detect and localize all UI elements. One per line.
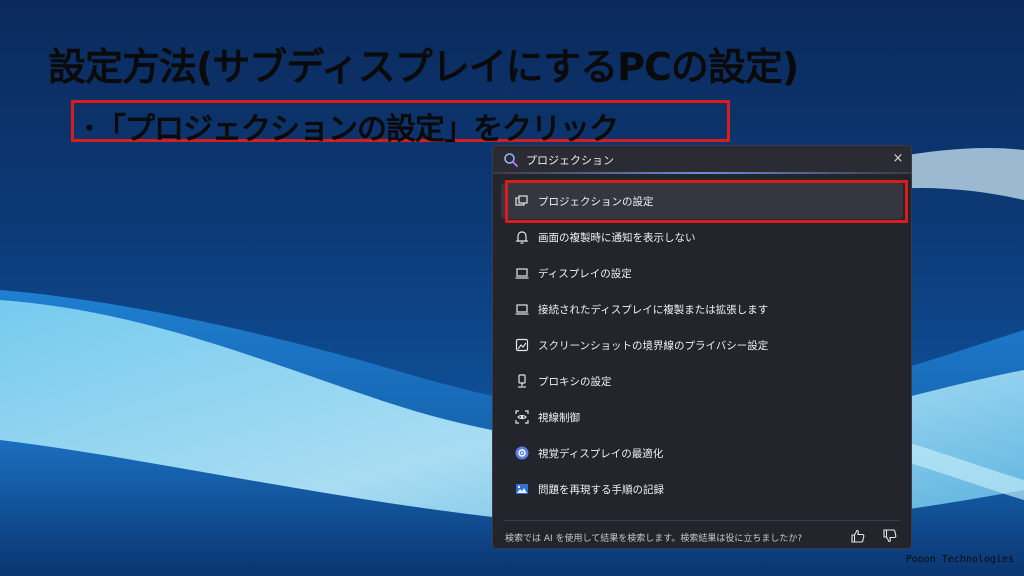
result-label: 視線制御	[538, 412, 580, 424]
result-steps-recorder[interactable]: 問題を再現する手順の記録	[501, 471, 903, 507]
result-display-settings[interactable]: ディスプレイの設定	[501, 255, 903, 291]
thumbs-up-icon[interactable]	[850, 528, 866, 544]
search-input[interactable]: プロジェクション	[526, 152, 614, 168]
result-label: スクリーンショットの境界線のプライバシー設定	[538, 340, 769, 352]
result-proxy-settings[interactable]: プロキシの設定	[501, 363, 903, 399]
feedback-text: 検索では AI を使用して結果を検索します。検索結果は役に立ちましたか?	[505, 534, 803, 544]
screenshot-icon	[515, 338, 529, 352]
slide-title: 設定方法(サブディスプレイにするPCの設定)	[48, 45, 799, 89]
eye-control-icon	[515, 410, 529, 424]
result-label: 画面の複製時に通知を表示しない	[538, 232, 696, 244]
result-notification-duplicate[interactable]: 画面の複製時に通知を表示しない	[501, 219, 903, 255]
result-label: プロキシの設定	[538, 376, 612, 388]
bell-icon	[515, 231, 529, 244]
result-label: 接続されたディスプレイに複製または拡張します	[538, 304, 769, 316]
instruction-text: ･「プロジェクションの設定」をクリック	[82, 112, 619, 147]
result-extend-display[interactable]: 接続されたディスプレイに複製または拡張します	[501, 291, 903, 327]
result-highlight	[505, 180, 908, 223]
footer-divider	[503, 520, 901, 521]
search-header: プロジェクション ×	[493, 146, 911, 173]
company-name: Pooon Technologies	[905, 554, 1014, 565]
result-eye-control[interactable]: 視線制御	[501, 399, 903, 435]
result-screenshot-privacy[interactable]: スクリーンショットの境界線のプライバシー設定	[501, 327, 903, 363]
close-icon[interactable]: ×	[891, 151, 905, 167]
thumbs-down-icon[interactable]	[882, 528, 898, 544]
result-label: 問題を再現する手順の記録	[538, 484, 664, 496]
display-optimize-icon	[515, 446, 529, 460]
header-accent	[493, 172, 911, 174]
search-icon	[504, 153, 518, 167]
result-label: 視覚ディスプレイの最適化	[538, 448, 664, 460]
result-visual-display-optimize[interactable]: 視覚ディスプレイの最適化	[501, 435, 903, 471]
proxy-icon	[518, 374, 526, 388]
laptop-icon	[515, 268, 529, 279]
result-label: ディスプレイの設定	[538, 268, 632, 280]
laptop-icon	[515, 304, 529, 315]
steps-recorder-icon	[516, 484, 528, 494]
